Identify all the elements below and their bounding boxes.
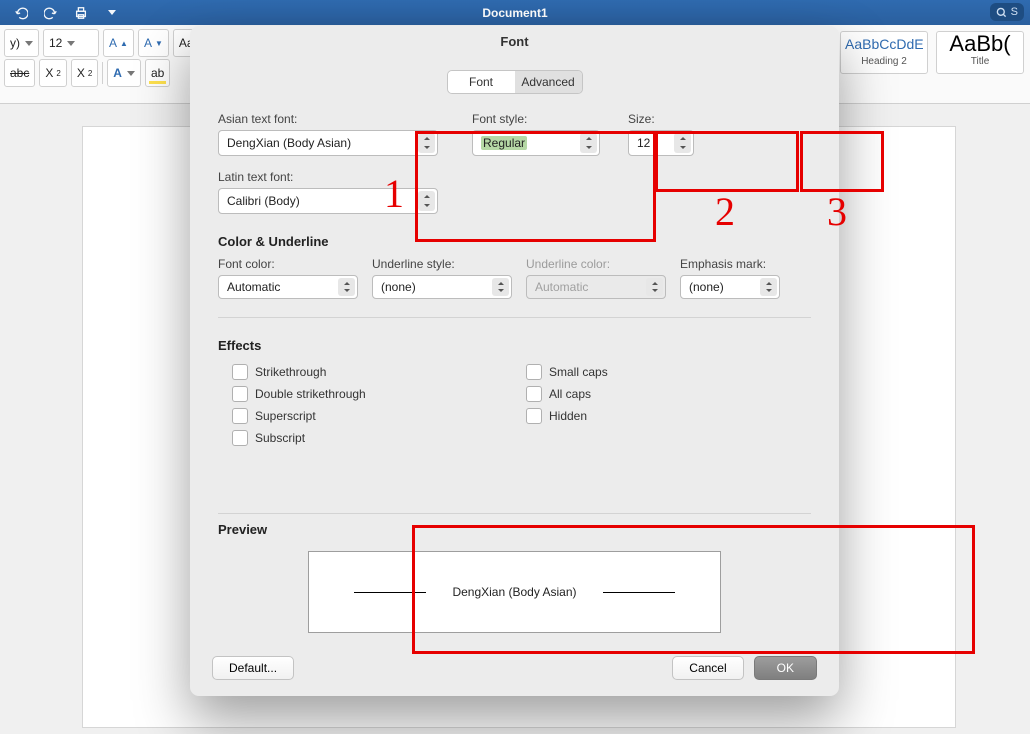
emphasis-mark-label: Emphasis mark:: [680, 257, 780, 271]
checkbox-small-caps[interactable]: Small caps: [526, 364, 726, 380]
font-color-label: Font color:: [218, 257, 358, 271]
strikethrough-button[interactable]: abc: [4, 59, 35, 87]
tab-advanced[interactable]: Advanced: [515, 71, 582, 93]
style-heading-2[interactable]: AaBbCcDdE Heading 2: [840, 31, 928, 74]
underline-style-combo[interactable]: (none): [372, 275, 512, 299]
checkbox-double-strikethrough[interactable]: Double strikethrough: [232, 386, 512, 402]
asian-font-combo[interactable]: DengXian (Body Asian): [218, 130, 438, 156]
subscript-button[interactable]: X2: [39, 59, 66, 87]
color-underline-title: Color & Underline: [218, 234, 811, 249]
font-style-label: Font style:: [472, 112, 600, 126]
undo-icon[interactable]: [12, 4, 30, 22]
text-effects-button[interactable]: A: [107, 59, 141, 87]
asian-font-label: Asian text font:: [218, 112, 438, 126]
font-size-input[interactable]: 12: [43, 29, 99, 57]
app-title-bar: Document1 S: [0, 0, 1030, 25]
latin-font-label: Latin text font:: [218, 170, 438, 184]
tab-font[interactable]: Font: [448, 71, 515, 93]
font-style-combo[interactable]: Regular: [472, 130, 600, 156]
grow-font-button[interactable]: A▲: [103, 29, 134, 57]
emphasis-mark-combo[interactable]: (none): [680, 275, 780, 299]
document-title: Document1: [482, 6, 547, 20]
default-button[interactable]: Default...: [212, 656, 294, 680]
underline-color-combo: Automatic: [526, 275, 666, 299]
font-size-label: Size:: [628, 112, 694, 126]
effects-title: Effects: [218, 338, 811, 353]
redo-icon[interactable]: [42, 4, 60, 22]
font-dialog: Font Font Advanced Asian text font: Deng…: [190, 26, 839, 696]
cancel-button[interactable]: Cancel: [672, 656, 743, 680]
dialog-tabs: Font Advanced: [447, 70, 583, 94]
checkbox-superscript[interactable]: Superscript: [232, 408, 512, 424]
checkbox-strikethrough[interactable]: Strikethrough: [232, 364, 512, 380]
qat-customize-icon[interactable]: [102, 4, 120, 22]
dialog-title: Font: [190, 26, 839, 58]
style-title[interactable]: AaBb( Title: [936, 31, 1024, 74]
preview-text: DengXian (Body Asian): [452, 585, 576, 599]
latin-font-combo[interactable]: Calibri (Body): [218, 188, 438, 214]
underline-style-label: Underline style:: [372, 257, 512, 271]
search-text: S: [1011, 6, 1018, 18]
checkbox-subscript[interactable]: Subscript: [232, 430, 512, 446]
preview-box: DengXian (Body Asian): [308, 551, 721, 633]
superscript-button[interactable]: X2: [71, 59, 98, 87]
ok-button[interactable]: OK: [754, 656, 817, 680]
underline-color-label: Underline color:: [526, 257, 666, 271]
font-color-combo[interactable]: Automatic: [218, 275, 358, 299]
print-icon[interactable]: [72, 4, 90, 22]
checkbox-hidden[interactable]: Hidden: [526, 408, 726, 424]
font-size-combo[interactable]: 12: [628, 130, 694, 156]
search-field[interactable]: S: [990, 3, 1024, 21]
preview-title: Preview: [218, 522, 811, 537]
highlight-button[interactable]: ab: [145, 59, 170, 87]
checkbox-all-caps[interactable]: All caps: [526, 386, 726, 402]
font-family-dropdown-tail[interactable]: y): [4, 29, 39, 57]
shrink-font-button[interactable]: A▼: [138, 29, 169, 57]
